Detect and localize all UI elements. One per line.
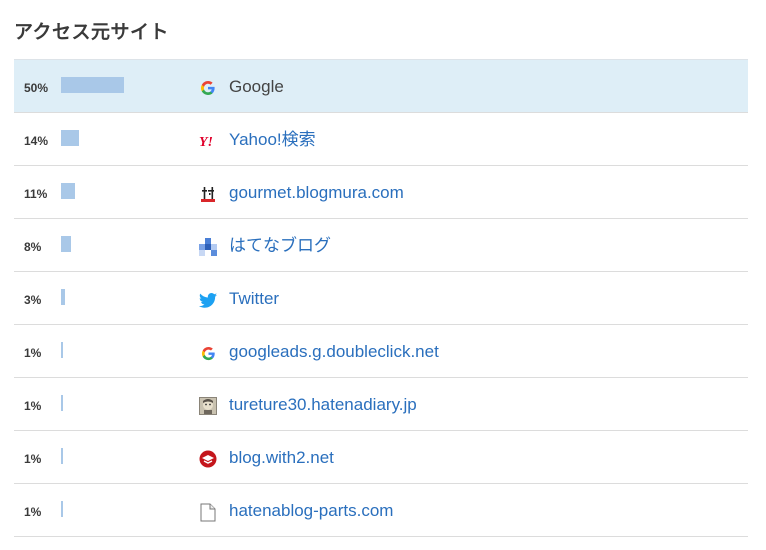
referrer-percent: 3% [24, 293, 42, 307]
referrer-share-bar [61, 77, 124, 93]
referrer-link[interactable]: Yahoo!検索 [229, 113, 316, 165]
referrer-percent: 50% [24, 81, 49, 95]
svg-text:Y!: Y! [199, 135, 213, 148]
referrer-row-tureture30[interactable]: 1% tureture30.hatenadiary.jp [14, 378, 748, 431]
referrer-percent: 11% [24, 187, 48, 201]
referrer-row-twitter[interactable]: 3% Twitter [14, 272, 748, 325]
referrer-percent: 14% [24, 134, 49, 148]
referrer-percent: 1% [24, 452, 42, 466]
referrer-row-doubleclick[interactable]: 1% googleads.g.doubleclick.net [14, 325, 748, 378]
user-avatar-icon [198, 396, 218, 416]
referrer-link[interactable]: googleads.g.doubleclick.net [229, 325, 439, 377]
document-icon [198, 502, 218, 522]
referrer-share-bar [61, 130, 79, 146]
referrer-share-bar [61, 501, 63, 517]
referrer-list: 50% Google 14% Y! Yahoo!検索 11% gourmet.b… [14, 59, 748, 537]
referrer-link[interactable]: gourmet.blogmura.com [229, 166, 404, 218]
with2-icon [198, 449, 218, 469]
hatena-blog-icon [198, 237, 218, 257]
referrer-link[interactable]: Google [229, 60, 284, 112]
google-icon [198, 343, 218, 363]
referrer-percent: 1% [24, 346, 42, 360]
referrer-share-bar [61, 289, 65, 305]
referrer-row-hatenablog-parts[interactable]: 1% hatenablog-parts.com [14, 484, 748, 537]
referrer-link[interactable]: はてなブログ [229, 219, 331, 271]
blogmura-icon [198, 184, 218, 204]
referrer-percent: 1% [24, 505, 42, 519]
referrer-share-bar [61, 395, 63, 411]
referrer-row-with2[interactable]: 1% blog.with2.net [14, 431, 748, 484]
referrer-link[interactable]: tureture30.hatenadiary.jp [229, 378, 417, 430]
google-icon [198, 78, 218, 98]
referrer-share-bar [61, 448, 63, 464]
twitter-icon [198, 290, 218, 310]
referrer-percent: 8% [24, 240, 42, 254]
yahoo-icon: Y! [198, 131, 218, 151]
referrer-row-yahoo[interactable]: 14% Y! Yahoo!検索 [14, 113, 748, 166]
referrer-share-bar [61, 183, 75, 199]
referrer-row-google[interactable]: 50% Google [14, 60, 748, 113]
referrer-link[interactable]: blog.with2.net [229, 431, 334, 483]
section-title: アクセス元サイト [14, 21, 170, 43]
referrer-link[interactable]: hatenablog-parts.com [229, 484, 393, 536]
referrer-row-hatena-blog[interactable]: 8% はてなブログ [14, 219, 748, 272]
referrer-percent: 1% [24, 399, 42, 413]
referrer-row-blogmura[interactable]: 11% gourmet.blogmura.com [14, 166, 748, 219]
referrer-link[interactable]: Twitter [229, 272, 279, 324]
referrer-share-bar [61, 342, 63, 358]
referrer-share-bar [61, 236, 71, 252]
